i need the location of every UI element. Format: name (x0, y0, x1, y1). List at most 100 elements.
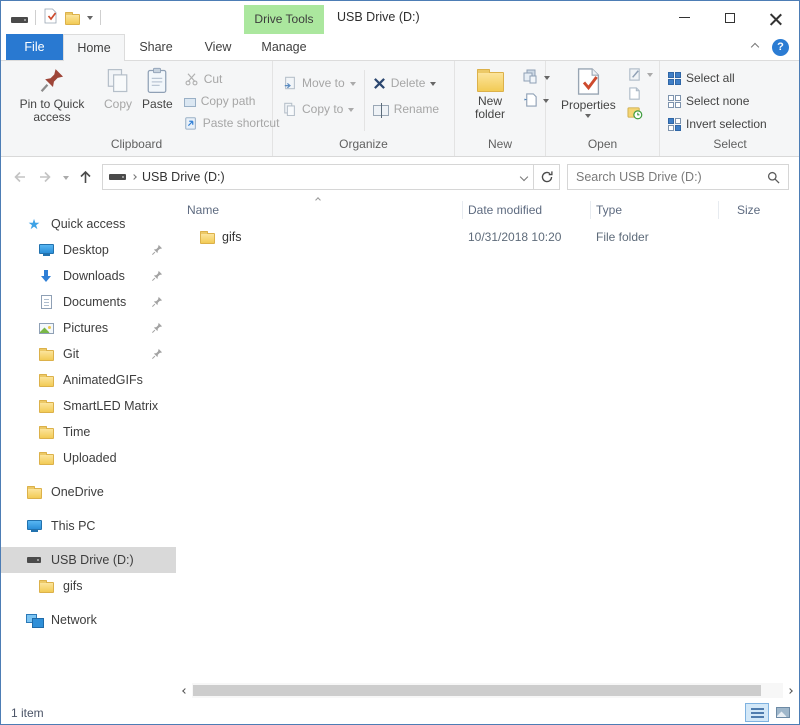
back-button[interactable] (11, 169, 28, 185)
drive-icon (109, 174, 126, 180)
details-view-button[interactable] (745, 703, 769, 722)
item-count: 1 item (11, 706, 44, 720)
separator (364, 70, 365, 131)
separator (100, 10, 101, 25)
forward-button[interactable] (37, 169, 54, 185)
help-icon[interactable] (772, 39, 789, 56)
sidebar-item-documents[interactable]: Documents (1, 289, 176, 315)
horizontal-scrollbar[interactable] (178, 683, 797, 698)
folder-icon (39, 350, 54, 361)
breadcrumb-chevron-icon[interactable] (131, 174, 137, 180)
copy-to-label: Copy to (302, 102, 343, 116)
sidebar-item-time[interactable]: Time (1, 419, 176, 445)
sidebar-item-desktop[interactable]: Desktop (1, 237, 176, 263)
properties-button[interactable]: Properties (556, 64, 621, 121)
picture-icon (39, 323, 54, 334)
tab-file[interactable]: File (6, 34, 63, 60)
sidebar-item-downloads[interactable]: Downloads (1, 263, 176, 289)
quick-access-toolbar (11, 1, 101, 34)
properties-qat-button[interactable] (43, 8, 58, 27)
column-header-type[interactable]: Type (591, 201, 719, 219)
drive-tools-contextual-tab[interactable]: Drive Tools (244, 5, 324, 34)
ribbon-tab-row: File Home Share View Manage (1, 34, 799, 61)
scroll-left-button[interactable] (178, 683, 192, 698)
copy-icon (104, 67, 132, 95)
ribbon-group-new: New folder New (455, 61, 546, 156)
search-box[interactable] (567, 164, 789, 190)
drive-icon (27, 557, 41, 563)
qat-dropdown-icon[interactable] (87, 16, 93, 23)
sidebar-item-gifs[interactable]: gifs (1, 573, 176, 599)
folder-icon[interactable] (65, 14, 80, 25)
invert-selection-icon (668, 118, 681, 131)
breadcrumb[interactable]: USB Drive (D:) (142, 170, 225, 184)
download-arrow-icon (39, 269, 53, 283)
refresh-icon (540, 170, 554, 184)
close-button[interactable] (753, 1, 799, 34)
search-input[interactable] (576, 170, 767, 184)
up-button[interactable] (78, 169, 93, 186)
paste-button[interactable]: Paste (137, 64, 178, 111)
address-dropdown-icon[interactable] (520, 173, 528, 181)
copy-button[interactable]: Copy (99, 64, 137, 111)
paste-shortcut-label: Paste shortcut (203, 116, 280, 130)
sidebar-item-quick-access[interactable]: Quick access (1, 211, 176, 237)
new-folder-button[interactable]: New folder (463, 64, 517, 121)
column-header-date-modified[interactable]: Date modified (463, 201, 591, 219)
select-all-icon (668, 72, 681, 85)
column-header-size[interactable]: Size (719, 201, 799, 219)
cut-button[interactable]: Cut (184, 72, 280, 86)
sidebar-item-animatedgifs[interactable]: AnimatedGIFs (1, 367, 176, 393)
recent-locations-icon[interactable] (63, 176, 69, 183)
tab-home[interactable]: Home (63, 34, 125, 61)
sidebar-item-network[interactable]: Network (1, 607, 176, 633)
select-all-label: Select all (686, 71, 735, 85)
thumbnails-view-button[interactable] (771, 703, 795, 722)
pin-to-quick-access-button[interactable]: Pin to Quick access (5, 64, 99, 124)
delete-label: Delete (391, 76, 426, 90)
file-list: Name Date modified Type Size gifs 10/31/… (176, 197, 799, 701)
copy-path-button[interactable]: Copy path (184, 94, 280, 108)
tab-share[interactable]: Share (125, 34, 187, 60)
edit-icon (627, 67, 642, 82)
minimize-button[interactable] (661, 1, 707, 34)
tab-manage[interactable]: Manage (244, 34, 324, 60)
scrollbar-track[interactable] (192, 683, 783, 698)
folder-icon (39, 376, 54, 387)
refresh-button[interactable] (534, 164, 560, 190)
open-item-button[interactable] (627, 86, 653, 101)
paste-shortcut-button[interactable]: Paste shortcut (184, 116, 280, 130)
sidebar-item-pictures[interactable]: Pictures (1, 315, 176, 341)
sidebar-item-git[interactable]: Git (1, 341, 176, 367)
sidebar-item-this-pc[interactable]: This PC (1, 513, 176, 539)
delete-button[interactable]: Delete (373, 76, 439, 90)
ribbon-group-select: Select all Select none Invert selection … (660, 61, 800, 156)
sidebar-item-uploaded[interactable]: Uploaded (1, 445, 176, 471)
folder-icon (39, 428, 54, 439)
ribbon-group-open: Properties Open (546, 61, 660, 156)
copy-to-button[interactable]: Copy to (283, 102, 356, 116)
select-none-button[interactable]: Select none (668, 94, 767, 108)
sidebar-item-onedrive[interactable]: OneDrive (1, 479, 176, 505)
pin-icon (151, 270, 163, 282)
maximize-button[interactable] (707, 1, 753, 34)
sidebar-item-smartled-matrix[interactable]: SmartLED Matrix (1, 393, 176, 419)
invert-selection-button[interactable]: Invert selection (668, 117, 767, 131)
organize-group-label: Organize (273, 137, 454, 156)
edit-button[interactable] (627, 67, 653, 82)
scroll-right-button[interactable] (783, 683, 797, 698)
explorer-window: Drive Tools USB Drive (D:) File Home Sha… (1, 1, 799, 724)
history-button[interactable] (627, 105, 653, 120)
sidebar-item-usb-drive[interactable]: USB Drive (D:) (1, 547, 176, 573)
column-header-name[interactable]: Name (176, 201, 463, 219)
properties-dropdown-icon (585, 114, 591, 121)
address-bar[interactable]: USB Drive (D:) (102, 164, 534, 190)
move-to-button[interactable]: Move to (283, 76, 356, 90)
rename-button[interactable]: Rename (373, 102, 439, 116)
file-row-gifs[interactable]: gifs 10/31/2018 10:20 File folder (176, 225, 799, 249)
collapse-ribbon-icon[interactable] (751, 43, 759, 51)
tab-view[interactable]: View (187, 34, 249, 60)
view-buttons (745, 703, 795, 722)
select-all-button[interactable]: Select all (668, 71, 767, 85)
scrollbar-thumb[interactable] (193, 685, 761, 696)
